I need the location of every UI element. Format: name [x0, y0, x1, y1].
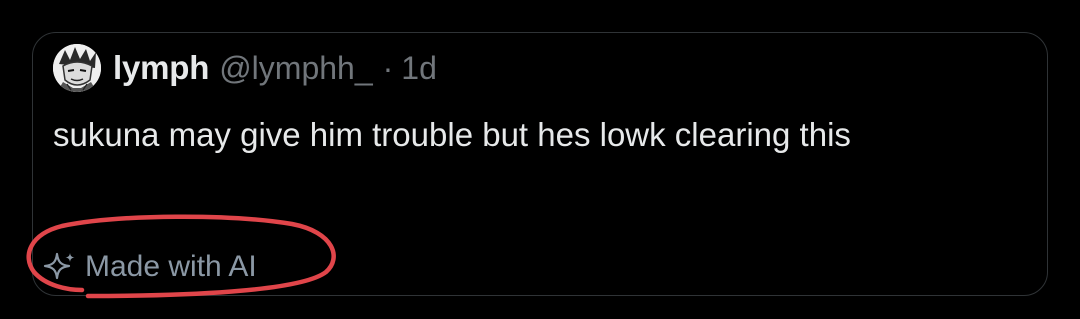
author-display-name[interactable]: lymph — [113, 49, 209, 87]
made-with-ai-text: Made with AI — [85, 250, 257, 283]
post-text: sukuna may give him trouble but hes lowk… — [53, 116, 851, 153]
separator-dot: · — [382, 49, 394, 86]
post-timestamp[interactable]: 1d — [401, 50, 437, 87]
quoted-post-card[interactable]: lymph @lymphh_ · 1d sukuna may give him … — [32, 32, 1048, 296]
author-avatar[interactable] — [53, 44, 101, 92]
author-handle[interactable]: @lymphh_ — [219, 50, 372, 87]
avatar-image — [53, 44, 101, 92]
made-with-ai-label[interactable]: Made with AI — [43, 245, 257, 289]
sparkle-icon — [43, 252, 75, 280]
post-header: lymph @lymphh_ · 1d — [53, 41, 437, 95]
